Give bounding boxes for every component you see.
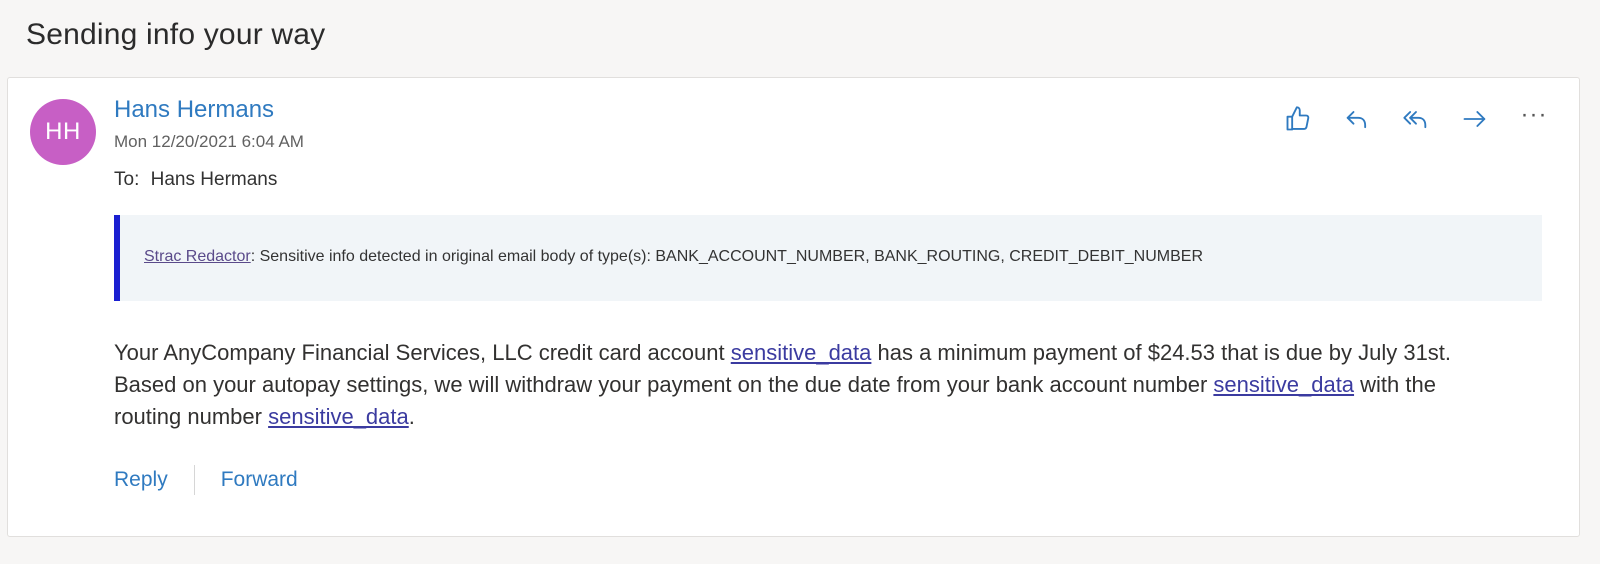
message-actions: ···	[1283, 101, 1549, 134]
banner-text: Strac Redactor: Sensitive info detected …	[144, 248, 1203, 266]
redactor-banner: Strac Redactor: Sensitive info detected …	[114, 215, 1542, 301]
to-label: To:	[114, 169, 140, 190]
reply-all-icon	[1403, 111, 1427, 129]
reply-all-button[interactable]	[1401, 104, 1431, 134]
like-button[interactable]	[1283, 104, 1313, 134]
reply-footer-button[interactable]: Reply	[114, 468, 168, 492]
forward-footer-button[interactable]: Forward	[221, 468, 298, 492]
more-icon: ···	[1520, 101, 1548, 128]
more-button[interactable]: ···	[1519, 101, 1549, 134]
footer-divider	[193, 465, 195, 495]
message-date: Mon 12/20/2021 6:04 AM	[114, 132, 304, 151]
recipient-line: To: Hans Hermans	[114, 169, 277, 191]
sensitive-data-link-1[interactable]: sensitive_data	[731, 340, 872, 365]
email-subject: Sending info your way	[26, 18, 326, 51]
message-card: HH Hans Hermans Mon 12/20/2021 6:04 AM T…	[7, 77, 1580, 537]
message-body: Your AnyCompany Financial Services, LLC …	[114, 337, 1494, 433]
forward-button[interactable]	[1460, 104, 1490, 134]
reply-icon	[1346, 111, 1367, 129]
sensitive-data-link-2[interactable]: sensitive_data	[1213, 372, 1354, 397]
sender-name[interactable]: Hans Hermans	[114, 96, 274, 124]
thumbs-up-icon	[1286, 106, 1310, 131]
strac-redactor-link[interactable]: Strac Redactor	[144, 248, 251, 265]
forward-icon	[1463, 111, 1486, 127]
banner-message: : Sensitive info detected in original em…	[250, 248, 1204, 265]
body-text-4: .	[408, 404, 415, 429]
message-footer: Reply Forward	[114, 465, 298, 495]
avatar[interactable]: HH	[30, 99, 96, 165]
sensitive-data-link-3[interactable]: sensitive_data	[268, 404, 409, 429]
body-text-1: Your AnyCompany Financial Services, LLC …	[114, 340, 731, 365]
recipient-name[interactable]: Hans Hermans	[151, 169, 278, 190]
reply-button[interactable]	[1342, 104, 1372, 134]
